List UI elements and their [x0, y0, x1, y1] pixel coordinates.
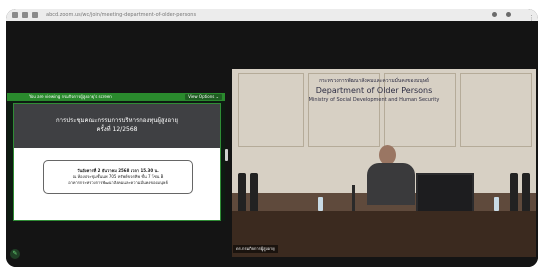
url-text[interactable]: abcd.zoom.us/wc/join/meeting-department-…: [46, 10, 196, 20]
chair: [510, 173, 518, 213]
speaker-body: [367, 163, 415, 205]
meeting-stage: You are viewing กรมกิจการผู้สูงอายุ's sc…: [6, 21, 538, 267]
viewing-text: You are viewing กรมกิจการผู้สูงอายุ's sc…: [29, 94, 112, 99]
slide-header: การประชุมคณะกรรมการบริหารกองทุนผู้สูงอาย…: [14, 104, 220, 148]
banner-department: Department of Older Persons: [315, 86, 433, 95]
slide-title-line2: ครั้งที่ 12/2568: [96, 126, 138, 133]
address-bar[interactable]: abcd.zoom.us/wc/join/meeting-department-…: [6, 9, 538, 22]
extension-icon[interactable]: [492, 12, 497, 17]
profile-icon[interactable]: [506, 12, 511, 17]
reload-icon[interactable]: [32, 12, 38, 18]
shared-slide: การประชุมคณะกรรมการบริหารกองทุนผู้สูงอาย…: [13, 103, 221, 221]
viewing-bar: You are viewing กรมกิจการผู้สูงอายุ's sc…: [7, 93, 225, 101]
banner-ministry: Ministry of Social Development and Human…: [308, 97, 440, 103]
slide-date-line: วันอังคารที่ 2 ธันวาคม 2568 เวลา 15.30 น…: [77, 168, 159, 173]
conference-desk: [232, 211, 536, 257]
participant-name-label: ดร.กรมกิจการผู้สูงอายุ: [233, 245, 278, 253]
banner-thai: กระทรวงการพัฒนาสังคมและความมั่นคงของมนุษ…: [319, 78, 429, 84]
back-icon[interactable]: [12, 12, 18, 18]
participant-video[interactable]: กระทรวงการพัฒนาสังคมและความมั่นคงของมนุษ…: [232, 69, 536, 257]
water-bottle: [494, 197, 499, 211]
chair: [250, 173, 258, 213]
screen-share-panel: You are viewing กรมกิจการผู้สูงอายุ's sc…: [7, 93, 225, 221]
chair: [238, 173, 246, 213]
speaker: [367, 145, 415, 205]
desk-monitor: [416, 173, 474, 213]
slide-title-line1: การประชุมคณะกรรมการบริหารกองทุนผู้สูงอาย…: [56, 117, 178, 124]
microphone: [352, 185, 355, 213]
chat-icon[interactable]: ✎: [10, 249, 20, 259]
view-options-button[interactable]: View Options ⌄: [185, 94, 222, 100]
forward-icon[interactable]: [22, 12, 28, 18]
slide-building-line: อาคารกระทรวงการพัฒนาสังคมและความมั่นคงขอ…: [68, 180, 168, 185]
meeting-window: abcd.zoom.us/wc/join/meeting-department-…: [6, 9, 538, 267]
panel-resize-handle[interactable]: [225, 149, 228, 161]
speaker-head: [379, 145, 396, 165]
slide-details-box: วันอังคารที่ 2 ธันวาคม 2568 เวลา 15.30 น…: [43, 160, 193, 194]
water-bottle: [318, 197, 323, 211]
chair: [522, 173, 530, 213]
department-banner: กระทรวงการพัฒนาสังคมและความมั่นคงของมนุษ…: [262, 77, 486, 121]
